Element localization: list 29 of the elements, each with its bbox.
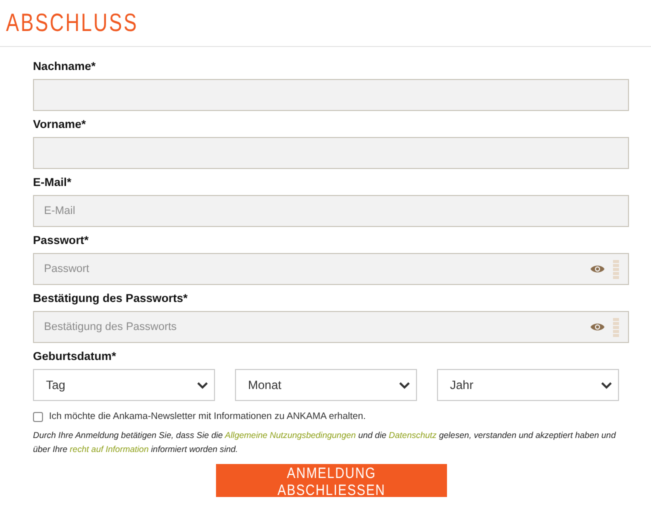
- strength-meter-icon: [613, 318, 619, 336]
- input-field[interactable]: [33, 137, 629, 169]
- field-label: E-Mail*: [33, 177, 72, 189]
- chevron-down-icon: [399, 382, 410, 388]
- input-field[interactable]: E-Mail: [33, 195, 629, 227]
- terms-link[interactable]: recht auf Information: [70, 444, 149, 454]
- checkbox-label: Ich möchte die Ankama-Newsletter mit Informationen zu ANKAMA erhalten.: [49, 411, 366, 422]
- submit-button[interactable]: ANMELDUNG ABSCHLIESSEN: [216, 464, 446, 497]
- eye-icon[interactable]: [590, 322, 605, 332]
- terms-link[interactable]: Allgemeine Nutzungsbedingungen: [224, 430, 356, 440]
- checkbox[interactable]: [33, 412, 43, 422]
- eye-icon[interactable]: [590, 264, 605, 274]
- field-label: Geburtsdatum*: [33, 351, 116, 363]
- dropdown[interactable]: Tag: [33, 369, 215, 401]
- chevron-down-icon: [601, 382, 612, 388]
- terms-link[interactable]: Datenschutz: [388, 430, 437, 440]
- dropdown[interactable]: Jahr: [437, 369, 619, 401]
- page-title: ABSCHLUSS: [6, 8, 138, 38]
- input-field[interactable]: [33, 79, 629, 111]
- password-field[interactable]: Passwort: [33, 253, 629, 285]
- strength-meter-icon: [613, 260, 619, 278]
- dropdown[interactable]: Monat: [235, 369, 417, 401]
- password-field[interactable]: Bestätigung des Passworts: [33, 311, 629, 343]
- field-label: Passwort*: [33, 235, 89, 247]
- field-label: Bestätigung des Passworts*: [33, 293, 188, 305]
- field-label: Nachname*: [33, 61, 96, 73]
- legal-notice: Durch Ihre Anmeldung betätigen Sie, dass Sie die Allgemeine Nutzungsbedingungen und die Datenschutz gelesen, verstanden und akzeptiert haben und über Ihre recht auf Information informiert worden sind.: [33, 429, 617, 456]
- field-label: Vorname*: [33, 119, 86, 131]
- chevron-down-icon: [197, 382, 208, 388]
